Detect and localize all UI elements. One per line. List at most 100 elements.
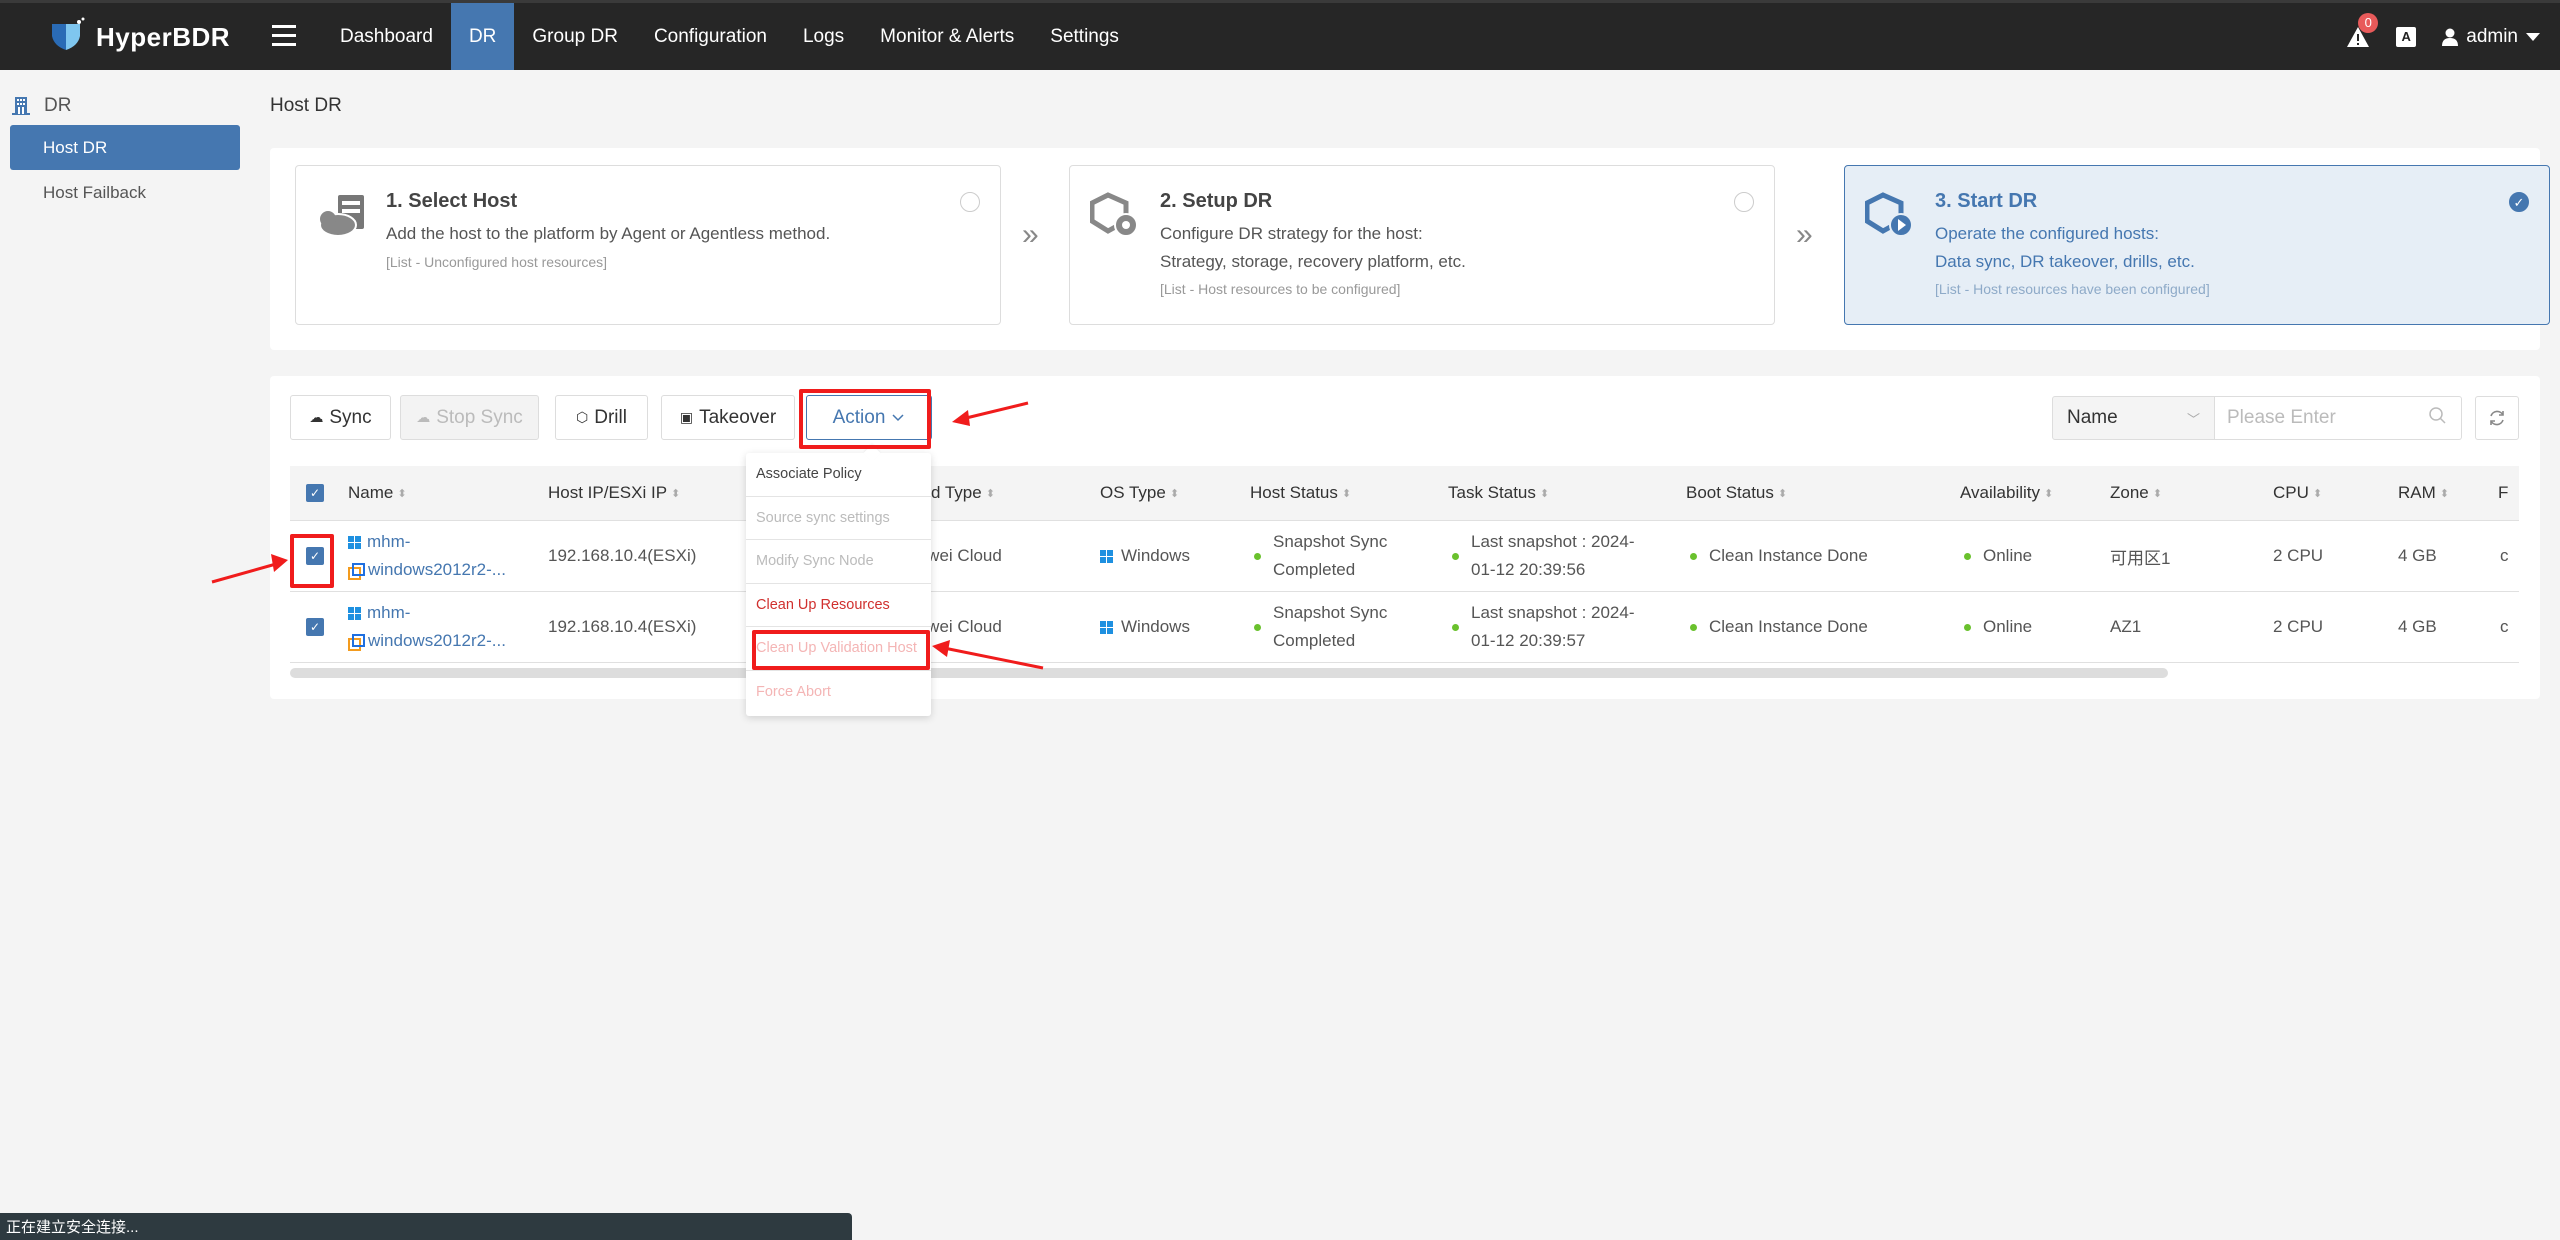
table-header: ✓ Name ⬍ Host IP/ESXi IP ⬍ Cloud Type ⬍ OS …	[290, 466, 2519, 521]
top-right-tools: 0 A admin	[2346, 3, 2540, 70]
cloud-server-icon	[319, 195, 364, 237]
windows-icon	[1100, 549, 1113, 563]
col-host-ip[interactable]: Host IP/ESXi IP ⬍	[548, 466, 680, 520]
stop-sync-label: Stop Sync	[436, 406, 523, 428]
cloud-sync-icon: ☁	[309, 409, 324, 425]
menu-item-source-sync-settings[interactable]: Source sync settings	[746, 497, 931, 540]
col-zone[interactable]: Zone ⬍	[2110, 466, 2162, 520]
select-all-checkbox[interactable]: ✓	[306, 466, 324, 520]
os-type: Windows	[1100, 592, 1190, 662]
availability: Online	[1964, 521, 2032, 591]
step-title: 3. Start DR	[1935, 190, 2038, 212]
table-row[interactable]: ✓ mhm- windows2012r2-... 192.168.10.4(ES…	[290, 592, 2519, 663]
ram: 4 GB	[2398, 617, 2437, 636]
boot-status: Clean Instance Done	[1690, 521, 1868, 591]
step-select-host[interactable]: 1. Select Host Add the host to the platf…	[295, 165, 1001, 325]
takeover-icon: ▣	[679, 409, 694, 425]
step-radio-checked[interactable]: ✓	[2509, 192, 2529, 212]
nav-logs[interactable]: Logs	[785, 3, 862, 70]
step-desc-line: Add the host to the platform by Agent or…	[386, 224, 831, 243]
step-setup-dr[interactable]: 2. Setup DR Configure DR strategy for th…	[1069, 165, 1775, 325]
col-task-status[interactable]: Task Status ⬍	[1448, 466, 1549, 520]
sync-button[interactable]: ☁ Sync	[290, 395, 391, 440]
drill-icon: ⬡	[576, 409, 589, 425]
step-desc-line: Strategy, storage, recovery platform, et…	[1160, 252, 1466, 271]
user-menu[interactable]: admin	[2442, 26, 2540, 48]
col-host-status[interactable]: Host Status ⬍	[1250, 466, 1351, 520]
nav-configuration[interactable]: Configuration	[636, 3, 785, 70]
step-radio[interactable]	[960, 192, 980, 212]
step-start-dr[interactable]: 3. Start DR Operate the configured hosts…	[1844, 165, 2550, 325]
menu-item-associate-policy[interactable]: Associate Policy	[746, 453, 931, 497]
top-navbar: HyperBDR Dashboard DR Group DR Configura…	[0, 0, 2560, 70]
task-status: Last snapshot : 2024- 01-12 20:39:56	[1452, 521, 1635, 591]
user-icon	[2442, 28, 2459, 46]
status-dot-green	[1964, 552, 1971, 560]
sort-icon: ⬍	[2044, 487, 2054, 500]
shield-logo-icon	[52, 17, 85, 50]
table-row[interactable]: ✓ mhm- windows2012r2-... 192.168.10.4(ES…	[290, 521, 2519, 592]
step-description: Add the host to the platform by Agent or…	[386, 220, 830, 248]
status-dot-green	[1964, 623, 1971, 631]
horizontal-scrollbar[interactable]	[290, 668, 2168, 678]
sidebar-item-host-failback[interactable]: Host Failback	[10, 170, 240, 215]
col-boot-status[interactable]: Boot Status ⬍	[1686, 466, 1787, 520]
os-type: Windows	[1100, 521, 1190, 591]
host-name-link[interactable]: mhm- windows2012r2-...	[348, 521, 506, 591]
row-checkbox[interactable]: ✓	[306, 521, 324, 591]
nav-dashboard[interactable]: Dashboard	[322, 3, 451, 70]
menu-item-clean-up-resources[interactable]: Clean Up Resources	[746, 584, 931, 627]
sort-icon: ⬍	[671, 487, 681, 500]
nav-group-dr[interactable]: Group DR	[514, 3, 636, 70]
refresh-button[interactable]	[2475, 396, 2519, 440]
language-icon[interactable]: A	[2396, 26, 2417, 47]
col-availability[interactable]: Availability ⬍	[1960, 466, 2053, 520]
double-chevron-right-icon: »	[1796, 218, 1813, 251]
nav-dr[interactable]: DR	[450, 3, 515, 70]
alert-count-badge: 0	[2358, 12, 2379, 33]
boot-status: Clean Instance Done	[1690, 592, 1868, 662]
logo[interactable]: HyperBDR	[46, 17, 230, 57]
sort-icon: ⬍	[1777, 487, 1788, 500]
sync-label: Sync	[329, 406, 372, 428]
windows-icon	[348, 535, 361, 549]
row-checkbox[interactable]: ✓	[306, 592, 324, 662]
vmware-icon	[348, 634, 365, 651]
sidebar-item-host-dr[interactable]: Host DR	[10, 125, 240, 170]
browser-status-bar: 正在建立安全连接...	[0, 1213, 852, 1240]
takeover-button[interactable]: ▣ Takeover	[661, 395, 795, 440]
col-cpu[interactable]: CPU ⬍	[2273, 466, 2322, 520]
zone: AZ1	[2110, 617, 2142, 636]
nav-monitor-alerts[interactable]: Monitor & Alerts	[862, 3, 1032, 70]
username: admin	[2466, 25, 2518, 47]
alerts-button[interactable]: 0	[2346, 12, 2379, 49]
stop-sync-button[interactable]: ☁ Stop Sync	[400, 395, 539, 440]
menu-toggle-icon[interactable]	[272, 25, 296, 49]
step-desc-line: Data sync, DR takeover, drills, etc.	[1935, 252, 2195, 271]
search-input[interactable]	[2215, 396, 2462, 440]
windows-icon	[1100, 620, 1113, 634]
chevron-down-icon	[892, 413, 904, 421]
search-icon[interactable]	[2428, 406, 2448, 426]
cloud-stop-icon: ☁	[416, 409, 431, 425]
cpu: 2 CPU	[2273, 617, 2324, 636]
search-field-select[interactable]: Name ﹀	[2052, 396, 2215, 440]
sort-icon: ⬍	[1169, 487, 1180, 500]
menu-item-clean-up-validation-host[interactable]: Clean Up Validation Host	[746, 627, 931, 671]
sort-icon: ⬍	[397, 487, 407, 500]
col-truncated[interactable]: F	[2498, 466, 2508, 520]
action-dropdown-button[interactable]: Action	[806, 395, 932, 440]
nav-settings[interactable]: Settings	[1032, 3, 1137, 70]
col-name[interactable]: Name ⬍	[348, 466, 407, 520]
step-desc-line: Configure DR strategy for the host:	[1160, 224, 1423, 243]
col-os-type[interactable]: OS Type ⬍	[1100, 466, 1179, 520]
host-name-link[interactable]: mhm- windows2012r2-...	[348, 592, 506, 662]
sort-icon: ⬍	[2152, 487, 2162, 500]
menu-item-modify-sync-node[interactable]: Modify Sync Node	[746, 540, 931, 584]
drill-button[interactable]: ⬡ Drill	[555, 395, 648, 440]
step-note: [List - Unconfigured host resources]	[386, 254, 607, 270]
menu-item-force-abort[interactable]: Force Abort	[746, 671, 931, 715]
step-radio[interactable]	[1734, 192, 1754, 212]
sort-icon: ⬍	[1341, 487, 1352, 500]
col-ram[interactable]: RAM ⬍	[2398, 466, 2449, 520]
